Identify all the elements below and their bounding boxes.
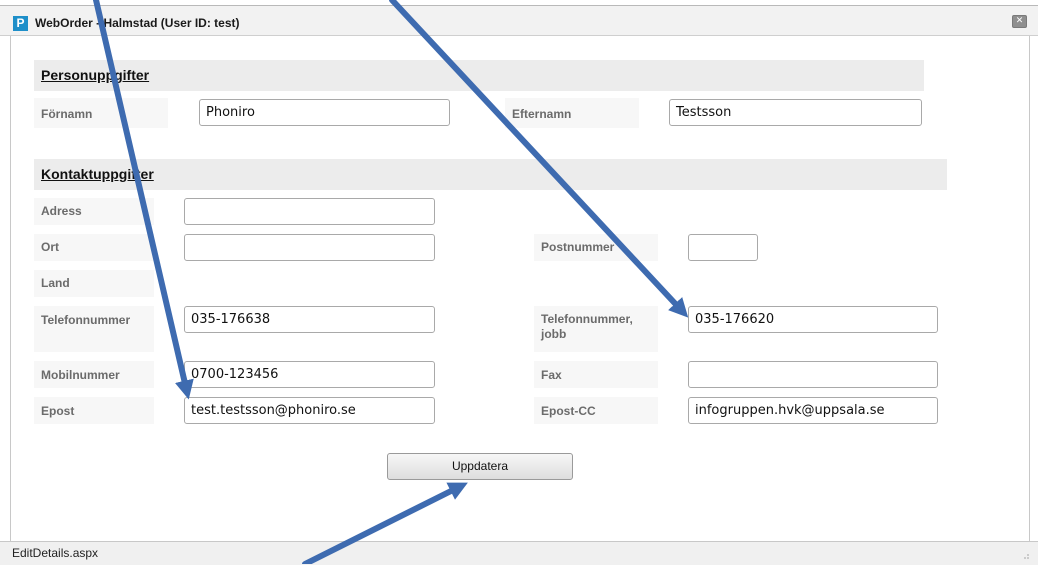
label-postnummer: Postnummer [541,240,615,254]
label-fornamn: Förnamn [41,107,93,121]
section-title-personal: Personuppgifter [41,67,150,83]
section-title-contact: Kontaktuppgifter [41,166,154,182]
label-mobilnummer: Mobilnummer [41,368,120,382]
label-adress: Adress [41,204,82,218]
adress-input[interactable] [184,198,435,225]
section-header-personal [34,60,924,91]
mobilnummer-input[interactable]: 0700-123456 [184,361,435,388]
label-telefonnummer: Telefonnummer [41,313,131,327]
fornamn-input[interactable]: Phoniro [199,99,450,126]
telefonnummer-input[interactable]: 035-176638 [184,306,435,333]
telefonnummer-jobb-input[interactable]: 035-176620 [688,306,938,333]
label-ort: Ort [41,240,59,254]
epost-cc-input[interactable]: infogruppen.hvk@uppsala.se [688,397,938,424]
close-icon: ✕ [1015,16,1024,26]
label-epost: Epost [41,404,75,418]
label-fax: Fax [541,368,562,382]
uppdatera-button[interactable]: Uppdatera [387,453,573,480]
postnummer-input[interactable] [688,234,758,261]
section-header-contact [34,159,947,190]
weborder-app-icon: P [13,16,28,31]
label-epost-cc: Epost-CC [541,404,596,418]
close-button[interactable]: ✕ [1012,15,1027,28]
status-bar-text: EditDetails.aspx [12,546,99,560]
epost-input[interactable]: test.testsson@phoniro.se [184,397,435,424]
resize-grip-icon[interactable] [1020,550,1030,560]
label-efternamn: Efternamn [512,107,572,121]
label-land: Land [41,276,70,290]
window-title: WebOrder - Halmstad (User ID: test) [35,16,240,30]
efternamn-input[interactable]: Testsson [669,99,922,126]
ort-input[interactable] [184,234,435,261]
status-bar [0,541,1038,565]
label-telefonnummer-jobb: Telefonnummer, jobb [541,312,633,341]
fax-input[interactable] [688,361,938,388]
